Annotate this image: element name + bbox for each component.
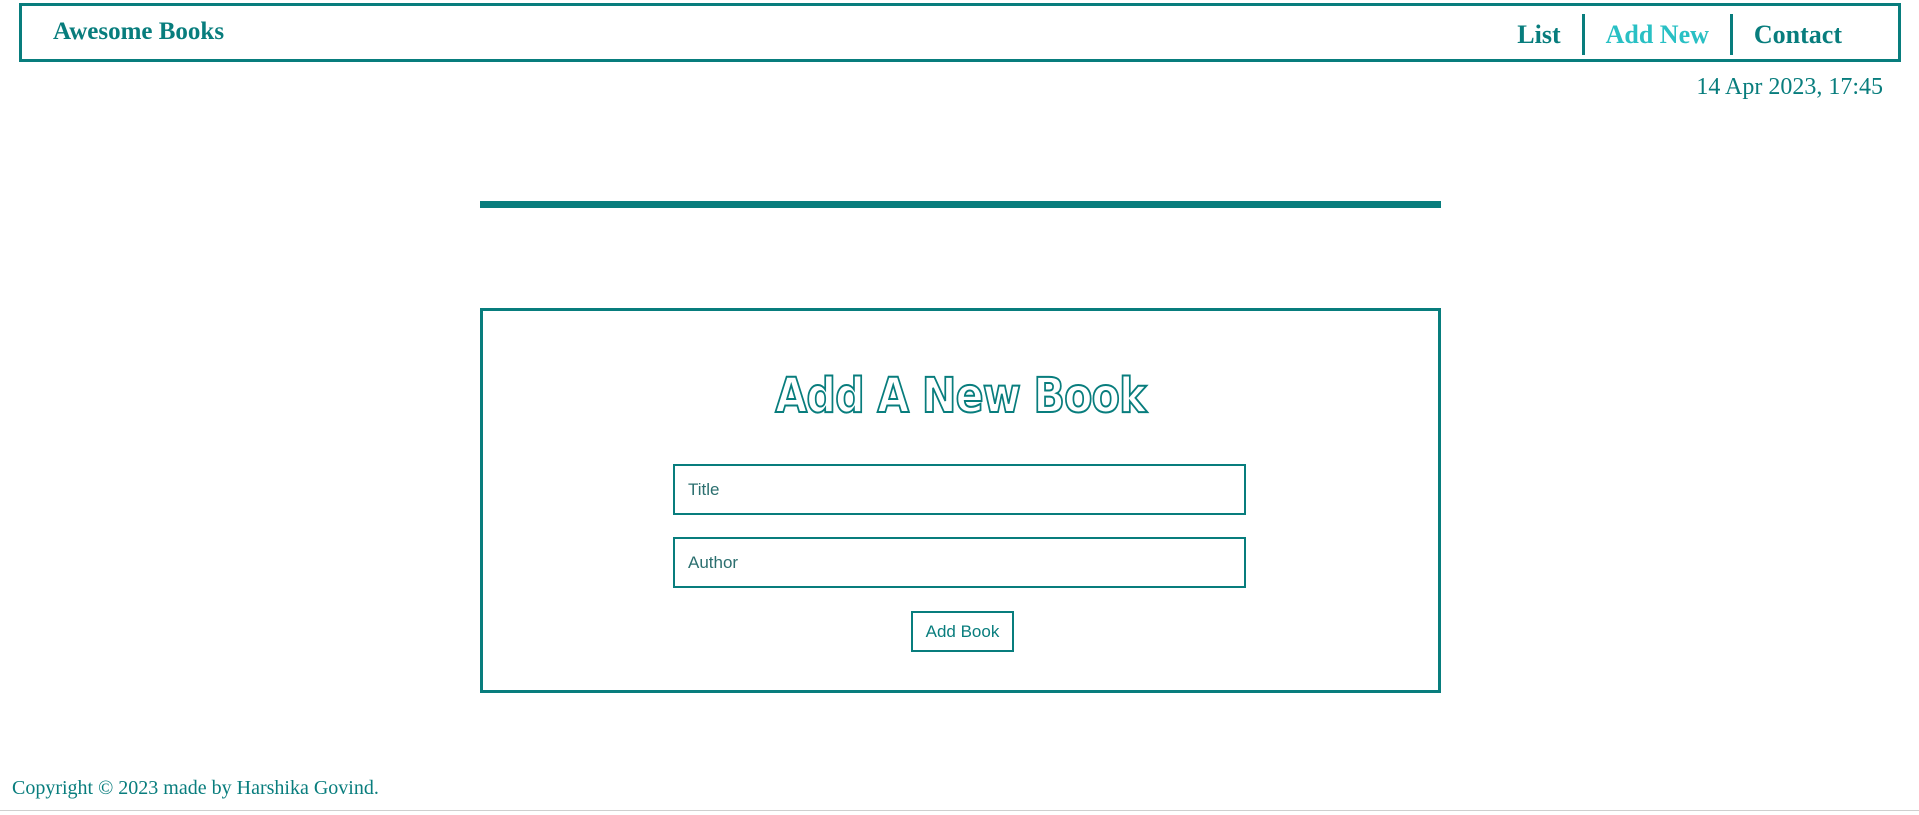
- add-book-form: Add A New Book Add Book: [480, 308, 1441, 693]
- form-heading: Add A New Book: [774, 367, 1147, 425]
- title-input[interactable]: [673, 464, 1246, 515]
- current-datetime: 14 Apr 2023, 17:45: [1696, 74, 1883, 100]
- add-book-button[interactable]: Add Book: [911, 611, 1014, 652]
- section-divider: [480, 201, 1441, 208]
- author-input[interactable]: [673, 537, 1246, 588]
- nav-link-contact[interactable]: Contact: [1733, 14, 1863, 55]
- nav-link-add-new[interactable]: Add New: [1585, 14, 1730, 55]
- navbar: Awesome Books List Add New Contact: [19, 3, 1901, 62]
- footer-divider: [0, 810, 1919, 811]
- nav-links: List Add New Contact: [1496, 14, 1863, 55]
- copyright-text: Copyright © 2023 made by Harshika Govind…: [12, 777, 379, 799]
- nav-link-list[interactable]: List: [1496, 14, 1581, 55]
- site-logo[interactable]: Awesome Books: [53, 18, 224, 46]
